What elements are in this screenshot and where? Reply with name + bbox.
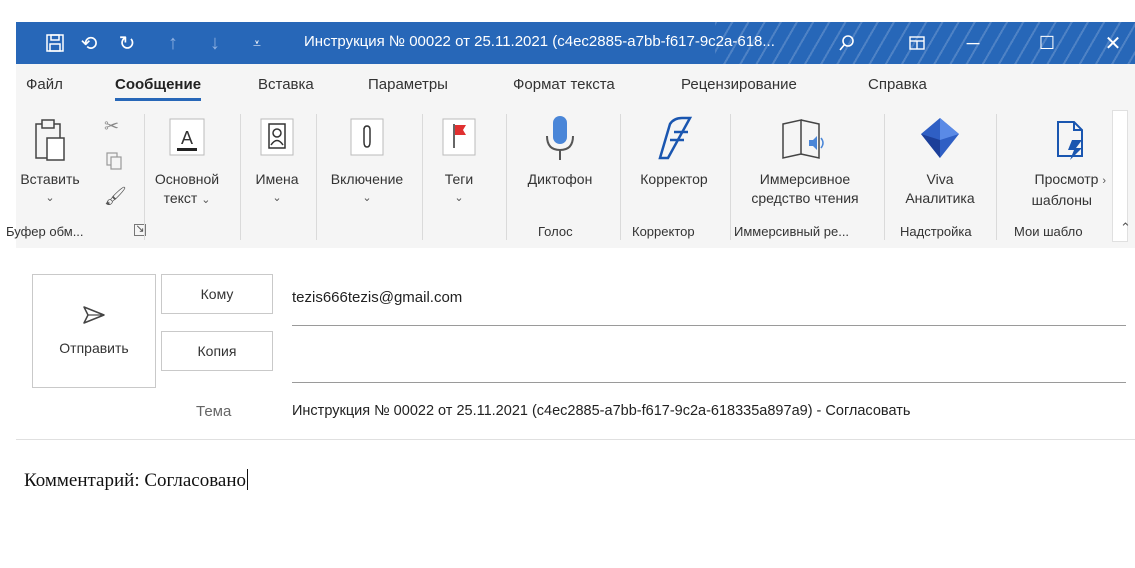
ribbon-display-icon[interactable] — [904, 30, 930, 56]
basic-text-label-line1: Основной — [154, 171, 220, 187]
paste-label: Вставить — [20, 171, 80, 187]
templates-label-line1: Просмотр — [1034, 171, 1099, 187]
viva-insights-icon — [892, 114, 988, 162]
basic-text-button[interactable]: A Основной текст ⌄ — [146, 114, 228, 210]
microphone-icon — [512, 114, 608, 162]
text-cursor — [247, 469, 249, 490]
to-field[interactable]: tezis666tezis@gmail.com — [292, 289, 462, 306]
dictate-button[interactable]: Диктофон — [512, 114, 608, 189]
redo-icon[interactable]: ↻ — [114, 30, 140, 56]
attach-icon — [322, 114, 412, 162]
group-addin-label: Надстройка — [900, 224, 972, 239]
basic-text-label-line2: текст — [163, 190, 198, 206]
tab-help[interactable]: Справка — [868, 76, 927, 93]
separator — [506, 114, 507, 240]
chevron-down-icon: ⌄ — [45, 192, 55, 204]
immersive-label-line1: Иммерсивное — [759, 171, 851, 187]
tab-review[interactable]: Рецензирование — [681, 76, 797, 93]
send-icon — [33, 305, 155, 330]
separator — [620, 114, 621, 240]
address-book-icon — [246, 114, 308, 162]
separator — [316, 114, 317, 240]
undo-icon[interactable]: ⟲ — [76, 30, 102, 56]
subject-field[interactable]: Инструкция № 00022 от 25.11.2021 (c4ec28… — [292, 403, 910, 419]
window-title: Инструкция № 00022 от 25.11.2021 (c4ec28… — [304, 33, 775, 50]
viva-label-line1: Viva — [926, 171, 954, 187]
to-field-underline — [292, 325, 1126, 326]
editor-pen-icon — [624, 114, 724, 162]
flag-icon — [428, 114, 490, 162]
ribbon-tabs: Файл Сообщение Вставка Параметры Формат … — [16, 64, 1135, 106]
separator — [730, 114, 731, 240]
immersive-reader-button[interactable]: Иммерсивное средство чтения — [732, 114, 878, 208]
group-clipboard-label: Буфер обм... — [6, 224, 84, 239]
subject-label: Тема — [196, 403, 232, 420]
cut-icon[interactable]: ✂ — [104, 116, 119, 137]
names-label: Имена — [255, 171, 299, 187]
templates-icon — [1002, 114, 1106, 162]
paste-icon — [20, 114, 80, 162]
group-editor-label: Корректор — [632, 224, 695, 239]
arrow-up-icon[interactable]: ↑ — [160, 30, 186, 56]
svg-text:A: A — [181, 128, 193, 148]
paste-button[interactable]: Вставить ⌄ — [20, 114, 80, 208]
close-button[interactable]: ✕ — [1090, 22, 1135, 64]
maximize-button[interactable]: ☐ — [1024, 22, 1070, 64]
separator — [144, 114, 145, 240]
chevron-down-icon: ⌄ — [362, 192, 372, 204]
minimize-button[interactable]: ─ — [950, 22, 996, 64]
group-immersive-label: Иммерсивный ре... — [734, 224, 850, 239]
tags-label: Теги — [444, 171, 474, 187]
cc-button[interactable]: Копия — [161, 331, 273, 371]
tags-button[interactable]: Теги ⌄ — [428, 114, 490, 208]
viva-label-line2: Аналитика — [905, 190, 975, 206]
font-color-icon: A — [146, 114, 228, 162]
search-icon[interactable] — [834, 30, 860, 56]
collapse-ribbon-icon[interactable]: ⌃ — [1120, 220, 1131, 236]
message-body-text: Комментарий: Согласовано — [24, 470, 247, 491]
templates-label-line2: шаблоны — [1031, 192, 1092, 208]
include-button[interactable]: Включение ⌄ — [322, 114, 412, 208]
customize-quick-access-icon[interactable]: ⩡ — [244, 30, 270, 56]
compose-area: Отправить Кому tezis666tezis@gmail.com К… — [16, 248, 1135, 568]
message-body[interactable]: Комментарий: Согласовано — [24, 469, 249, 492]
chevron-right-icon: › — [1102, 175, 1106, 187]
separator — [884, 114, 885, 240]
names-button[interactable]: Имена ⌄ — [246, 114, 308, 208]
group-voice-label: Голос — [538, 224, 573, 239]
copy-icon[interactable] — [106, 152, 122, 175]
tab-file[interactable]: Файл — [26, 76, 63, 93]
tab-insert[interactable]: Вставка — [258, 76, 314, 93]
include-label: Включение — [330, 171, 404, 187]
immersive-label-line2: средство чтения — [751, 190, 859, 206]
to-button[interactable]: Кому — [161, 274, 273, 314]
immersive-reader-icon — [732, 114, 878, 162]
format-painter-icon[interactable]: 🖌 — [104, 186, 127, 207]
separator — [422, 114, 423, 240]
cc-field[interactable] — [292, 348, 1126, 368]
separator — [240, 114, 241, 240]
ribbon: Вставить ⌄ ✂ 🖌 Буфер обм... ↘ A Основной… — [6, 106, 1135, 249]
chevron-down-icon: ⌄ — [454, 192, 464, 204]
chevron-down-icon: ⌄ — [272, 192, 282, 204]
separator — [996, 114, 997, 240]
editor-button[interactable]: Корректор — [624, 114, 724, 189]
view-templates-button[interactable]: Просмотр › шаблоны — [1002, 114, 1106, 210]
viva-insights-button[interactable]: Viva Аналитика — [892, 114, 988, 208]
tab-format-text[interactable]: Формат текста — [513, 76, 615, 93]
send-label: Отправить — [59, 340, 129, 356]
save-icon[interactable] — [42, 30, 68, 56]
tab-options[interactable]: Параметры — [368, 76, 448, 93]
send-button[interactable]: Отправить — [32, 274, 156, 388]
dictate-label: Диктофон — [527, 171, 593, 187]
editor-label: Корректор — [640, 171, 708, 187]
cc-field-underline — [292, 382, 1126, 383]
title-bar: ⟲ ↻ ↑ ↓ ⩡ Инструкция № 00022 от 25.11.20… — [16, 22, 1135, 64]
group-templates-label: Мои шабло — [1014, 224, 1083, 239]
chevron-down-icon: ⌄ — [201, 194, 211, 206]
arrow-down-icon[interactable]: ↓ — [202, 30, 228, 56]
tab-message[interactable]: Сообщение — [115, 76, 202, 101]
divider — [16, 439, 1135, 440]
